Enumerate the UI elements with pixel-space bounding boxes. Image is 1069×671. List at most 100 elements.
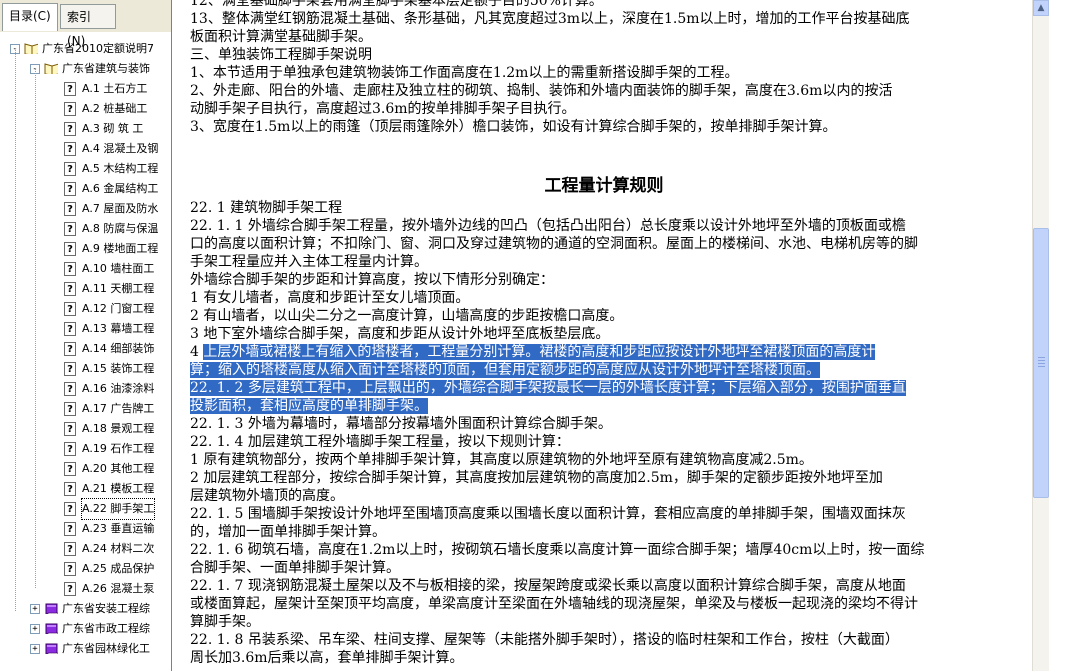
- tree-item[interactable]: ? A.10 墙柱面工: [0, 259, 171, 279]
- tree-item[interactable]: ? A.2 桩基础工: [0, 99, 171, 119]
- tree-item-label: 广东省建筑与装饰: [62, 62, 150, 75]
- tree-item[interactable]: ? A.24 材料二次: [0, 539, 171, 559]
- tree-item-label: A.13 幕墙工程: [82, 322, 155, 335]
- help-page-icon: ?: [64, 502, 76, 516]
- tree-item[interactable]: ? A.16 油漆涂料: [0, 379, 171, 399]
- topic-content: 12、满堂基础脚手架套用满堂脚手架基本层定额子目的50%计算。 13、整体满堂红…: [176, 0, 1032, 671]
- scroll-up-arrow-icon[interactable]: ▲: [1033, 0, 1049, 16]
- tree-item[interactable]: + 广东省园林绿化工: [0, 639, 171, 659]
- contents-tree: - 广东省2010定额说明7- 广东省建筑与装饰? A.1 土石方工? A.2 桩基础工…: [0, 36, 171, 671]
- tree-item-label: A.16 油漆涂料: [82, 382, 155, 395]
- help-page-icon: ?: [64, 582, 76, 596]
- tree-item[interactable]: ? A.18 景观工程: [0, 419, 171, 439]
- tree-item-label: A.23 垂直运输: [82, 522, 155, 535]
- tab-contents[interactable]: 目录(C): [2, 3, 58, 31]
- selected-content-line: 算；缩入的塔楼高度从缩入面计至塔楼的顶面，但套用定额步距的高度应从设计外地坪计至…: [190, 362, 820, 378]
- tree-item[interactable]: ? A.6 金属结构工: [0, 179, 171, 199]
- tree-item-label: A.2 桩基础工: [82, 102, 148, 115]
- tree-item[interactable]: ? A.7 屋面及防水: [0, 199, 171, 219]
- tree-item[interactable]: ? A.22 脚手架工: [0, 498, 171, 520]
- help-page-icon: ?: [64, 422, 76, 436]
- help-page-icon: ?: [64, 362, 76, 376]
- content-line: 手架工程量应并入主体工程量内计算。: [190, 254, 428, 270]
- content-line: 板面积计算满堂基础脚手架。: [190, 29, 372, 45]
- tree-item[interactable]: ? A.13 幕墙工程: [0, 319, 171, 339]
- tree-item-label: A.19 石作工程: [82, 442, 155, 455]
- tree-item-label: A.7 屋面及防水: [82, 202, 159, 215]
- vertical-scrollbar[interactable]: ▲: [1032, 0, 1049, 671]
- help-page-icon: ?: [64, 282, 76, 296]
- tree-item[interactable]: + 广东省市政工程综: [0, 619, 171, 639]
- content-line: 或楼面算起，屋架计至架顶平均高度，单梁高度计至梁面在外墙轴线的现浇屋架，单梁及与…: [190, 596, 918, 612]
- tree-item-label: A.14 细部装饰: [82, 342, 155, 355]
- tree-item-label: A.8 防腐与保温: [82, 222, 159, 235]
- tree-item[interactable]: ? A.25 成品保护: [0, 559, 171, 579]
- help-page-icon: ?: [64, 122, 76, 136]
- tree-item-label: A.11 天棚工程: [82, 282, 155, 295]
- tree-item-label: A.24 材料二次: [82, 542, 155, 555]
- help-page-icon: ?: [64, 82, 76, 96]
- expand-icon[interactable]: +: [30, 624, 40, 634]
- help-page-icon: ?: [64, 382, 76, 396]
- tree-item[interactable]: ? A.5 木结构工程: [0, 159, 171, 179]
- book-closed-icon: [45, 603, 58, 614]
- tree-item-label: A.17 广告牌工: [82, 402, 155, 415]
- tab-index[interactable]: 索引(N): [60, 4, 116, 48]
- tree-item[interactable]: ? A.15 装饰工程: [0, 359, 171, 379]
- help-page-icon: ?: [64, 302, 76, 316]
- tree-item[interactable]: ? A.17 广告牌工: [0, 399, 171, 419]
- tree-item-label: 广东省园林绿化工: [62, 642, 150, 655]
- tree-item[interactable]: ? A.4 混凝土及钢: [0, 139, 171, 159]
- help-page-icon: ?: [64, 242, 76, 256]
- content-line: 算脚手架。: [190, 614, 260, 630]
- tree-item[interactable]: ? A.9 楼地面工程: [0, 239, 171, 259]
- tree-item[interactable]: ? A.1 土石方工: [0, 79, 171, 99]
- help-page-icon: ?: [64, 482, 76, 496]
- tree-item[interactable]: ? A.11 天棚工程: [0, 279, 171, 299]
- content-line: 22. 1 建筑物脚手架工程: [190, 200, 343, 216]
- content-line: 层建筑物外墙顶的高度。: [190, 488, 344, 504]
- expand-icon[interactable]: +: [30, 644, 40, 654]
- help-page-icon: ?: [64, 462, 76, 476]
- expand-icon[interactable]: +: [30, 604, 40, 614]
- content-line: 口的高度以面积计算；不扣除门、窗、洞口及穿过建筑物的通道的空洞面积。屋面上的楼梯…: [190, 236, 918, 252]
- tree-item-label: A.9 楼地面工程: [82, 242, 159, 255]
- nav-tab-strip: 目录(C) 索引(N): [0, 0, 171, 48]
- content-line: 外墙综合脚手架的步距和计算高度，按以下情形分别确定：: [190, 272, 554, 288]
- tree-item[interactable]: ? A.21 模板工程: [0, 479, 171, 499]
- content-line: 1 有女儿墙者，高度和步距计至女儿墙顶面。: [190, 290, 470, 306]
- tree-item-label: A.25 成品保护: [82, 562, 155, 575]
- tree-item[interactable]: - 广东省2010定额说明7: [0, 39, 171, 59]
- content-line: 22. 1. 7 现浇钢筋混凝土屋架以及不与板相接的梁，按屋架跨度或梁长乘以高度…: [190, 578, 906, 594]
- content-line: 2 有山墙者，以山尖二分之一高度计算，山墙高度的步距按檐口高度。: [190, 308, 624, 324]
- tree-item[interactable]: ? A.19 石作工程: [0, 439, 171, 459]
- content-line: 3、宽度在1.5m以上的雨篷（顶层雨篷除外）檐口装饰，如设有计算综合脚手架的，按…: [190, 119, 837, 135]
- help-page-icon: ?: [64, 322, 76, 336]
- tree-item[interactable]: ? A.14 细部装饰: [0, 339, 171, 359]
- tree-item[interactable]: ? A.12 门窗工程: [0, 299, 171, 319]
- content-line: 2 加层建筑工程部分，按综合脚手架计算，其高度按加层建筑物的高度加2.5m，脚手…: [190, 470, 883, 486]
- tree-item-label: A.5 木结构工程: [82, 162, 159, 175]
- book-closed-icon: [45, 643, 58, 654]
- tree-item[interactable]: + 广东省安装工程综: [0, 599, 171, 619]
- tree-item[interactable]: - 广东省建筑与装饰: [0, 59, 171, 79]
- selected-content-line: 22. 1. 2 多层建筑工程中，上层飘出的，外墙综合脚手架按最长一层的外墙长度…: [190, 380, 906, 396]
- book-closed-icon: [45, 623, 58, 634]
- tree-item[interactable]: ? A.3 砌 筑 工: [0, 119, 171, 139]
- selected-content-line: 投影面积，套相应高度的单排脚手架。: [190, 398, 428, 414]
- tree-item-label: A.18 景观工程: [82, 422, 155, 435]
- tree-item[interactable]: ? A.26 混凝土泵: [0, 579, 171, 599]
- tree-item[interactable]: ? A.23 垂直运输: [0, 519, 171, 539]
- content-line: 2、外走廊、阳台的外墙、走廊柱及独立柱的砌筑、捣制、装饰和外墙内面装饰的脚手架，…: [190, 83, 893, 99]
- tree-item-label: 广东省市政工程综: [62, 622, 150, 635]
- content-line: 3 地下室外墙综合脚手架，高度和步距从设计外地坪至底板垫层底。: [190, 326, 610, 342]
- scrollbar-thumb[interactable]: [1033, 227, 1049, 498]
- tree-item[interactable]: ? A.8 防腐与保温: [0, 219, 171, 239]
- tree-item-label: A.1 土石方工: [82, 82, 148, 95]
- tree-item-label: A.22 脚手架工: [80, 498, 156, 520]
- help-page-icon: ?: [64, 142, 76, 156]
- content-line: 13、整体满堂红钢筋混凝土基础、条形基础，凡其宽度超过3m以上，深度在1.5m以…: [190, 11, 910, 27]
- tree-item[interactable]: ? A.20 其他工程: [0, 459, 171, 479]
- content-line: 22. 1. 3 外墙为幕墙时，幕墙部分按幕墙外围面积计算综合脚手架。: [190, 416, 612, 432]
- help-page-icon: ?: [64, 162, 76, 176]
